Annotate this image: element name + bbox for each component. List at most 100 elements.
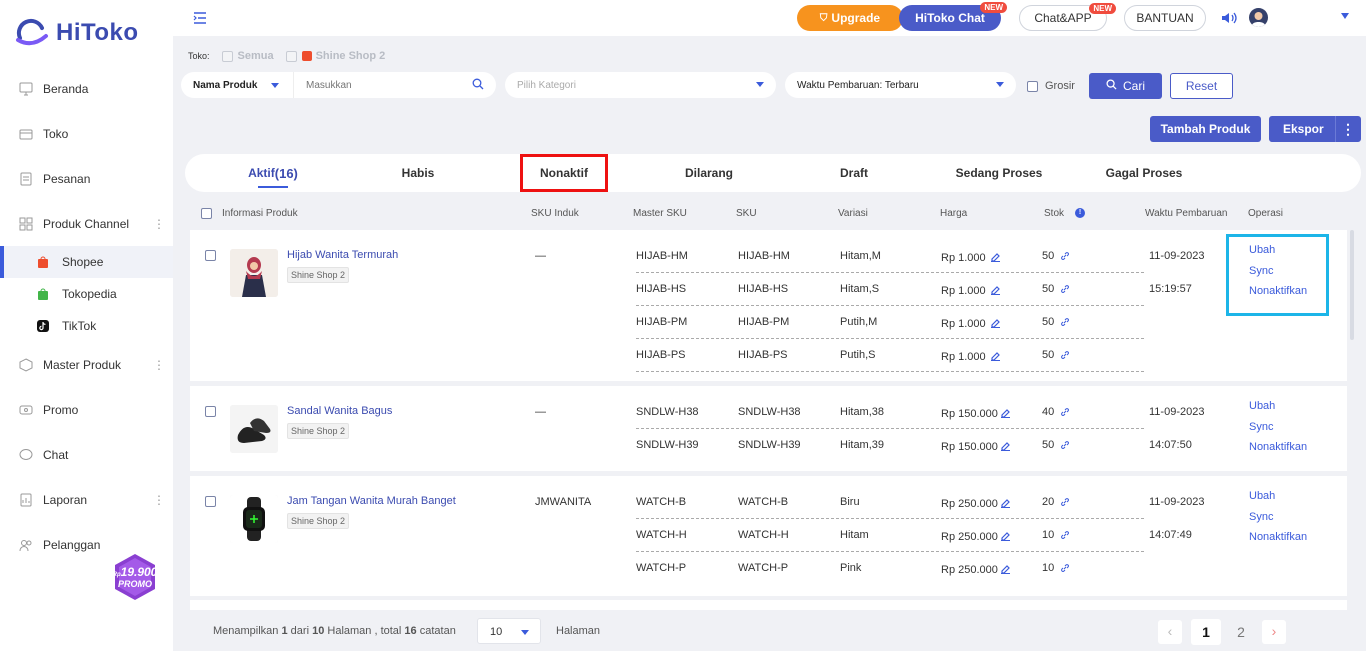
tab-aktif[interactable]: Aktif (16) [235, 154, 311, 192]
sidebar-item-promo[interactable]: Promo [0, 387, 173, 432]
tab-draft[interactable]: Draft [816, 154, 892, 192]
upgrade-button[interactable]: ⛉ Upgrade [797, 5, 903, 31]
edit-price-icon[interactable] [990, 317, 1001, 331]
product-card: Jam Tangan Wanita Murah Banget Shine Shop… [190, 476, 1347, 596]
edit-price-icon[interactable] [1000, 563, 1011, 577]
info-icon[interactable]: ! [1075, 208, 1085, 218]
ekspor-button[interactable]: Ekspor ⋮ [1269, 116, 1361, 142]
more-icon[interactable]: ⋮ [153, 217, 165, 231]
edit-price-icon[interactable] [990, 350, 1001, 364]
cari-button[interactable]: Cari [1089, 73, 1162, 99]
link-icon[interactable] [1060, 349, 1070, 363]
product-name[interactable]: Hijab Wanita Termurah [287, 249, 398, 261]
sidebar-item-tiktok[interactable]: TikTok [0, 310, 173, 342]
stok: 10 [1042, 562, 1055, 574]
waktu-value: Waktu Pembaruan: Terbaru [797, 79, 919, 91]
sidebar-item-pesanan[interactable]: Pesanan [0, 156, 173, 201]
ubah-link[interactable]: Ubah [1249, 400, 1275, 412]
speaker-icon[interactable] [1221, 11, 1239, 28]
link-icon[interactable] [1060, 316, 1070, 330]
product-checkbox[interactable] [205, 406, 216, 417]
link-icon[interactable] [1060, 529, 1070, 543]
edit-price-icon[interactable] [1000, 530, 1011, 544]
sku: HIJAB-HS [738, 283, 789, 295]
sidebar-item-beranda[interactable]: Beranda [0, 66, 173, 111]
link-icon[interactable] [1060, 562, 1070, 576]
select-all-checkbox[interactable] [201, 208, 212, 219]
sidebar-item-chat[interactable]: Chat [0, 432, 173, 477]
sidebar-item-label: Shopee [62, 255, 104, 269]
link-icon[interactable] [1060, 250, 1070, 264]
chat-app-button[interactable]: Chat&APP NEW [1019, 3, 1116, 31]
nonaktifkan-link[interactable]: Nonaktifkan [1249, 531, 1307, 543]
sidebar-item-master-produk[interactable]: Master Produk ⋮ [0, 342, 173, 387]
more-icon[interactable]: ⋮ [153, 358, 165, 372]
tab-dilarang[interactable]: Dilarang [671, 154, 747, 192]
upgrade-label: Upgrade [831, 11, 881, 25]
link-icon[interactable] [1060, 406, 1070, 420]
field-select[interactable]: Nama Produk [181, 72, 293, 98]
toko-filter: Toko: Semua Shine Shop 2 [188, 50, 397, 62]
scrollbar[interactable] [1350, 230, 1354, 340]
product-image[interactable] [230, 249, 278, 297]
col-waktu-pembaruan: Waktu Pembaruan [1145, 208, 1228, 219]
edit-price-icon[interactable] [990, 284, 1001, 298]
waktu-select[interactable]: Waktu Pembaruan: Terbaru [785, 72, 1016, 98]
chevron-down-icon[interactable] [1341, 13, 1349, 19]
prev-page-button[interactable]: ‹ [1158, 620, 1182, 644]
edit-price-icon[interactable] [1000, 497, 1011, 511]
tab-sedang-proses[interactable]: Sedang Proses [951, 154, 1047, 192]
link-icon[interactable] [1060, 496, 1070, 510]
reset-button[interactable]: Reset [1170, 73, 1233, 99]
sku-induk: — [535, 250, 546, 262]
tab-nonaktif[interactable]: Nonaktif [520, 154, 608, 192]
sidebar-item-produk-channel[interactable]: Produk Channel ⋮ [0, 201, 173, 246]
edit-price-icon[interactable] [1000, 440, 1011, 454]
sidebar-item-toko[interactable]: Toko [0, 111, 173, 156]
product-image[interactable] [230, 405, 278, 453]
product-checkbox[interactable] [205, 250, 216, 261]
tab-gagal-proses[interactable]: Gagal Proses [1096, 154, 1192, 192]
tambah-produk-button[interactable]: Tambah Produk [1150, 116, 1261, 142]
product-image[interactable] [230, 495, 278, 543]
sidebar-item-laporan[interactable]: Laporan ⋮ [0, 477, 173, 522]
product-name[interactable]: Sandal Wanita Bagus [287, 405, 392, 417]
link-icon[interactable] [1060, 283, 1070, 297]
product-name[interactable]: Jam Tangan Wanita Murah Banget [287, 495, 456, 507]
nonaktifkan-link[interactable]: Nonaktifkan [1249, 441, 1307, 453]
ubah-link[interactable]: Ubah [1249, 490, 1275, 502]
kategori-select[interactable]: Pilih Kategori [505, 72, 776, 98]
more-vertical-icon[interactable]: ⋮ [1336, 121, 1360, 138]
search-icon[interactable] [472, 78, 484, 93]
menu-toggle-icon[interactable] [193, 11, 207, 28]
variant-divider [636, 305, 1144, 306]
shop-checkbox[interactable] [285, 50, 297, 62]
edit-price-icon[interactable] [1000, 407, 1011, 421]
tab-habis[interactable]: Habis [380, 154, 456, 192]
page-1-button[interactable]: 1 [1191, 619, 1221, 645]
sidebar-item-shopee[interactable]: Shopee [0, 246, 173, 278]
link-icon[interactable] [1060, 439, 1070, 453]
harga: Rp 250.000 [941, 498, 998, 510]
page-2-button[interactable]: 2 [1230, 619, 1252, 645]
stok: 50 [1042, 439, 1055, 451]
per-page-select[interactable]: 10 [477, 618, 541, 644]
sync-link[interactable]: Sync [1249, 421, 1273, 433]
search-input[interactable] [306, 79, 466, 91]
reset-label: Reset [1185, 79, 1218, 93]
tiktok-icon [36, 319, 50, 333]
variant-divider [636, 518, 1144, 519]
logo[interactable]: HiToko [14, 18, 139, 48]
avatar[interactable] [1249, 8, 1268, 27]
sync-link[interactable]: Sync [1249, 511, 1273, 523]
sidebar-item-tokopedia[interactable]: Tokopedia [0, 278, 173, 310]
edit-price-icon[interactable] [990, 251, 1001, 265]
semua-checkbox[interactable] [221, 50, 233, 62]
more-icon[interactable]: ⋮ [153, 493, 165, 507]
bantuan-button[interactable]: BANTUAN [1124, 5, 1206, 31]
product-checkbox[interactable] [205, 496, 216, 507]
hitoko-chat-button[interactable]: HiToko Chat NEW [899, 2, 1007, 31]
grosir-checkbox[interactable] [1027, 80, 1038, 92]
promo-badge[interactable]: Rp19.900 PROMO [110, 552, 160, 602]
next-page-button[interactable]: › [1262, 620, 1286, 644]
